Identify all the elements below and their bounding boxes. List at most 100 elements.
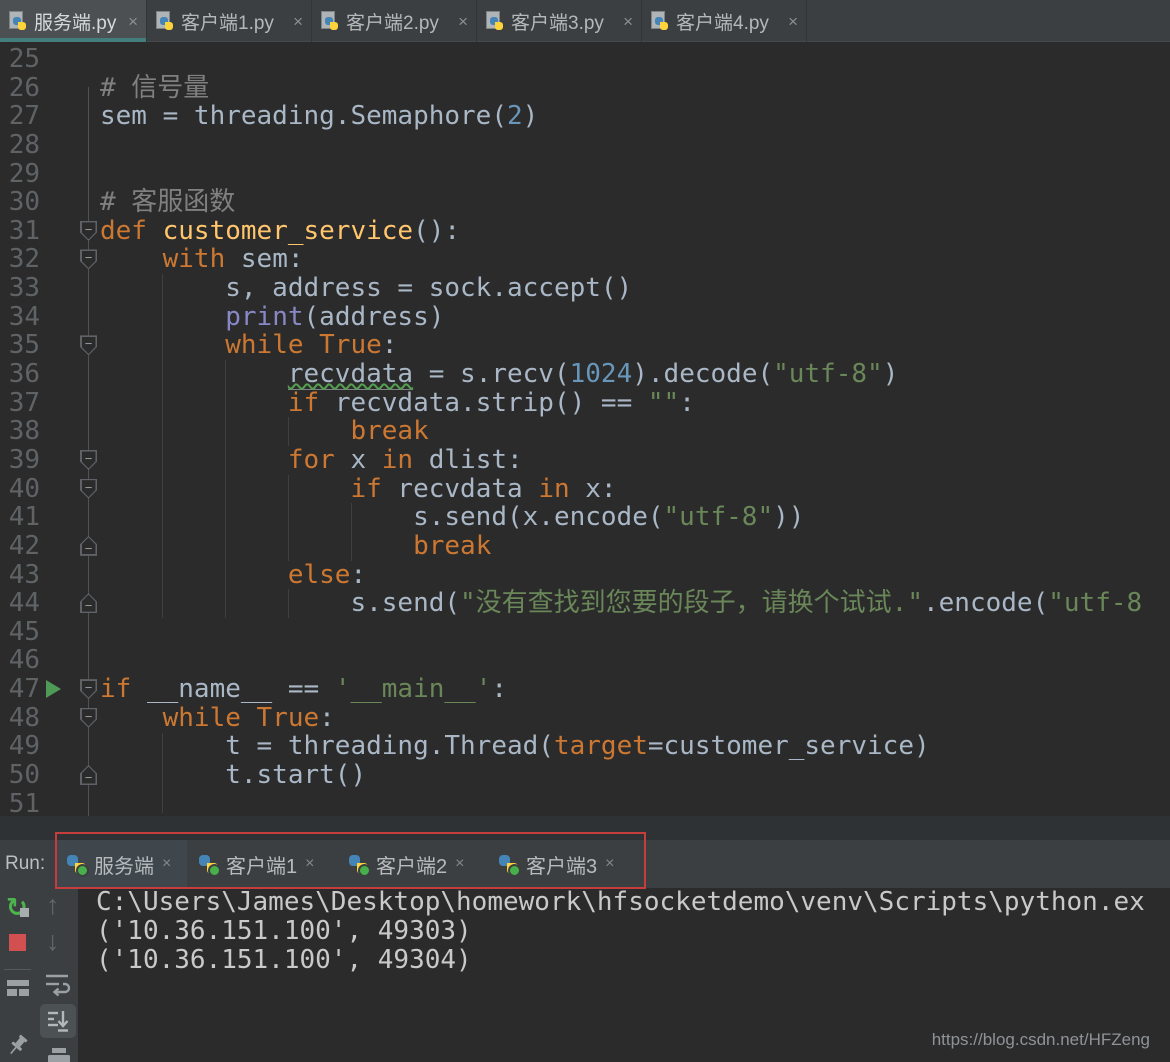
line-number: 35 (0, 331, 40, 360)
code-text[interactable]: t = threading.Thread(target=customer_ser… (100, 732, 930, 761)
code-text[interactable]: def customer_service(): (100, 217, 460, 246)
code-line: 47−if __name__ == '__main__': (0, 675, 1170, 704)
code-line: 26 # 信号量 (0, 74, 1170, 103)
fold-end-icon[interactable]: − (80, 593, 97, 613)
pin-icon[interactable] (8, 1034, 29, 1062)
soft-wrap-icon[interactable] (43, 970, 71, 1003)
fold-end-icon[interactable]: − (80, 536, 97, 556)
code-line: 42− break (0, 532, 1170, 561)
line-number: 37 (0, 389, 40, 418)
line-number: 36 (0, 360, 40, 389)
tab-label: 客户端4.py (676, 8, 769, 35)
line-number: 25 (0, 45, 40, 74)
code-text[interactable]: break (100, 417, 429, 446)
close-icon[interactable]: × (458, 13, 468, 30)
code-line: 48− while True: (0, 704, 1170, 733)
code-line: 36 recvdata = s.recv(1024).decode("utf-8… (0, 360, 1170, 389)
code-text[interactable]: if __name__ == '__main__': (100, 675, 507, 704)
print-icon[interactable] (46, 1048, 72, 1062)
code-line: 45 (0, 618, 1170, 647)
line-number: 38 (0, 417, 40, 446)
code-line: 31 −def customer_service(): (0, 217, 1170, 246)
code-lines: 2526# 信号量27sem = threading.Semaphore(2)2… (0, 45, 1170, 816)
console-line: ('10.36.151.100', 49303) (96, 917, 1145, 946)
editor-tab[interactable]: 客户端2.py × (312, 0, 477, 42)
code-text[interactable]: s.send("没有查找到您要的段子，请换个试试.".encode("utf-8 (100, 589, 1142, 618)
code-text[interactable]: if recvdata in x: (100, 475, 617, 504)
code-line: 40 − if recvdata in x: (0, 475, 1170, 504)
code-text[interactable]: s.send(x.encode("utf-8")) (100, 503, 804, 532)
stop-icon[interactable] (9, 934, 26, 951)
code-line: 32 − with sem: (0, 245, 1170, 274)
annotation-rectangle (55, 832, 646, 889)
line-number: 31 (0, 217, 40, 246)
code-text[interactable]: while True: (100, 704, 335, 733)
console-output[interactable]: C:\Users\James\Desktop\homework\hfsocket… (96, 888, 1145, 974)
prev-occurrence-icon[interactable]: ↑ (46, 892, 60, 919)
tab-label: 客户端2.py (346, 8, 439, 35)
line-number: 26 (0, 74, 40, 103)
fold-collapse-icon[interactable]: − (80, 335, 97, 355)
fold-collapse-icon[interactable]: − (80, 479, 97, 499)
line-number: 40 (0, 475, 40, 504)
fold-collapse-icon[interactable]: − (80, 450, 97, 470)
editor-tab[interactable]: 客户端4.py × (642, 0, 807, 42)
fold-collapse-icon[interactable]: − (80, 221, 97, 241)
code-text[interactable]: for x in dlist: (100, 446, 523, 475)
code-line: 50− t.start() (0, 761, 1170, 790)
watermark: https://blog.csdn.net/HFZeng (932, 1030, 1150, 1050)
python-file-icon (320, 11, 340, 32)
run-panel-label: Run: (5, 840, 45, 888)
close-icon[interactable]: × (623, 13, 633, 30)
code-text[interactable]: break (100, 532, 491, 561)
tab-label: 客户端3.py (511, 8, 604, 35)
code-text[interactable]: # 客服函数 (100, 188, 235, 217)
fold-collapse-icon[interactable]: − (80, 708, 97, 728)
line-number: 32 (0, 245, 40, 274)
code-text[interactable]: else: (100, 561, 366, 590)
line-number: 39 (0, 446, 40, 475)
fold-collapse-icon[interactable]: − (80, 249, 97, 269)
line-number: 43 (0, 561, 40, 590)
editor-tabbar: 服务端.py×客户端1.py×客户端2.py×客户端3.py×客户端4.py× (0, 0, 1170, 42)
line-number: 44 (0, 589, 40, 618)
line-number: 28 (0, 131, 40, 160)
rerun-icon[interactable]: ↻ (6, 892, 28, 923)
code-editor[interactable]: 2526# 信号量27sem = threading.Semaphore(2)2… (0, 42, 1170, 816)
line-number: 34 (0, 303, 40, 332)
code-text[interactable]: # 信号量 (100, 74, 209, 103)
line-number: 30 (0, 188, 40, 217)
tab-label: 服务端.py (34, 8, 116, 35)
code-text[interactable]: s, address = sock.accept() (100, 274, 632, 303)
python-file-icon (8, 11, 28, 32)
code-line: 49 t = threading.Thread(target=customer_… (0, 732, 1170, 761)
python-file-icon (485, 11, 505, 32)
line-number: 51 (0, 790, 40, 816)
code-text[interactable]: if recvdata.strip() == "": (100, 389, 695, 418)
code-line: 35 − while True: (0, 331, 1170, 360)
fold-collapse-icon[interactable]: − (80, 679, 97, 699)
close-icon[interactable]: × (128, 13, 138, 30)
fold-end-icon[interactable]: − (80, 765, 97, 785)
code-text[interactable]: sem = threading.Semaphore(2) (100, 102, 538, 131)
code-text[interactable]: recvdata = s.recv(1024).decode("utf-8") (100, 360, 898, 389)
close-icon[interactable]: × (788, 13, 798, 30)
editor-tab[interactable]: 客户端3.py × (477, 0, 642, 42)
close-icon[interactable]: × (293, 13, 303, 30)
code-text[interactable]: t.start() (100, 761, 366, 790)
code-line: 25 (0, 45, 1170, 74)
code-line: 30 # 客服函数 (0, 188, 1170, 217)
line-number: 45 (0, 618, 40, 647)
run-line-arrow-icon[interactable] (46, 680, 61, 698)
editor-tab[interactable]: 服务端.py × (0, 0, 147, 42)
editor-tab[interactable]: 客户端1.py× (147, 0, 312, 42)
restore-layout-icon[interactable] (7, 980, 29, 996)
code-text[interactable]: with sem: (100, 245, 304, 274)
code-line: 41 s.send(x.encode("utf-8")) (0, 503, 1170, 532)
next-occurrence-icon[interactable]: ↓ (46, 928, 60, 955)
code-text[interactable]: print(address) (100, 303, 444, 332)
code-line: 38 break (0, 417, 1170, 446)
scroll-to-end-icon[interactable] (40, 1004, 76, 1038)
code-text[interactable]: while True: (100, 331, 397, 360)
console-line: ('10.36.151.100', 49304) (96, 946, 1145, 975)
